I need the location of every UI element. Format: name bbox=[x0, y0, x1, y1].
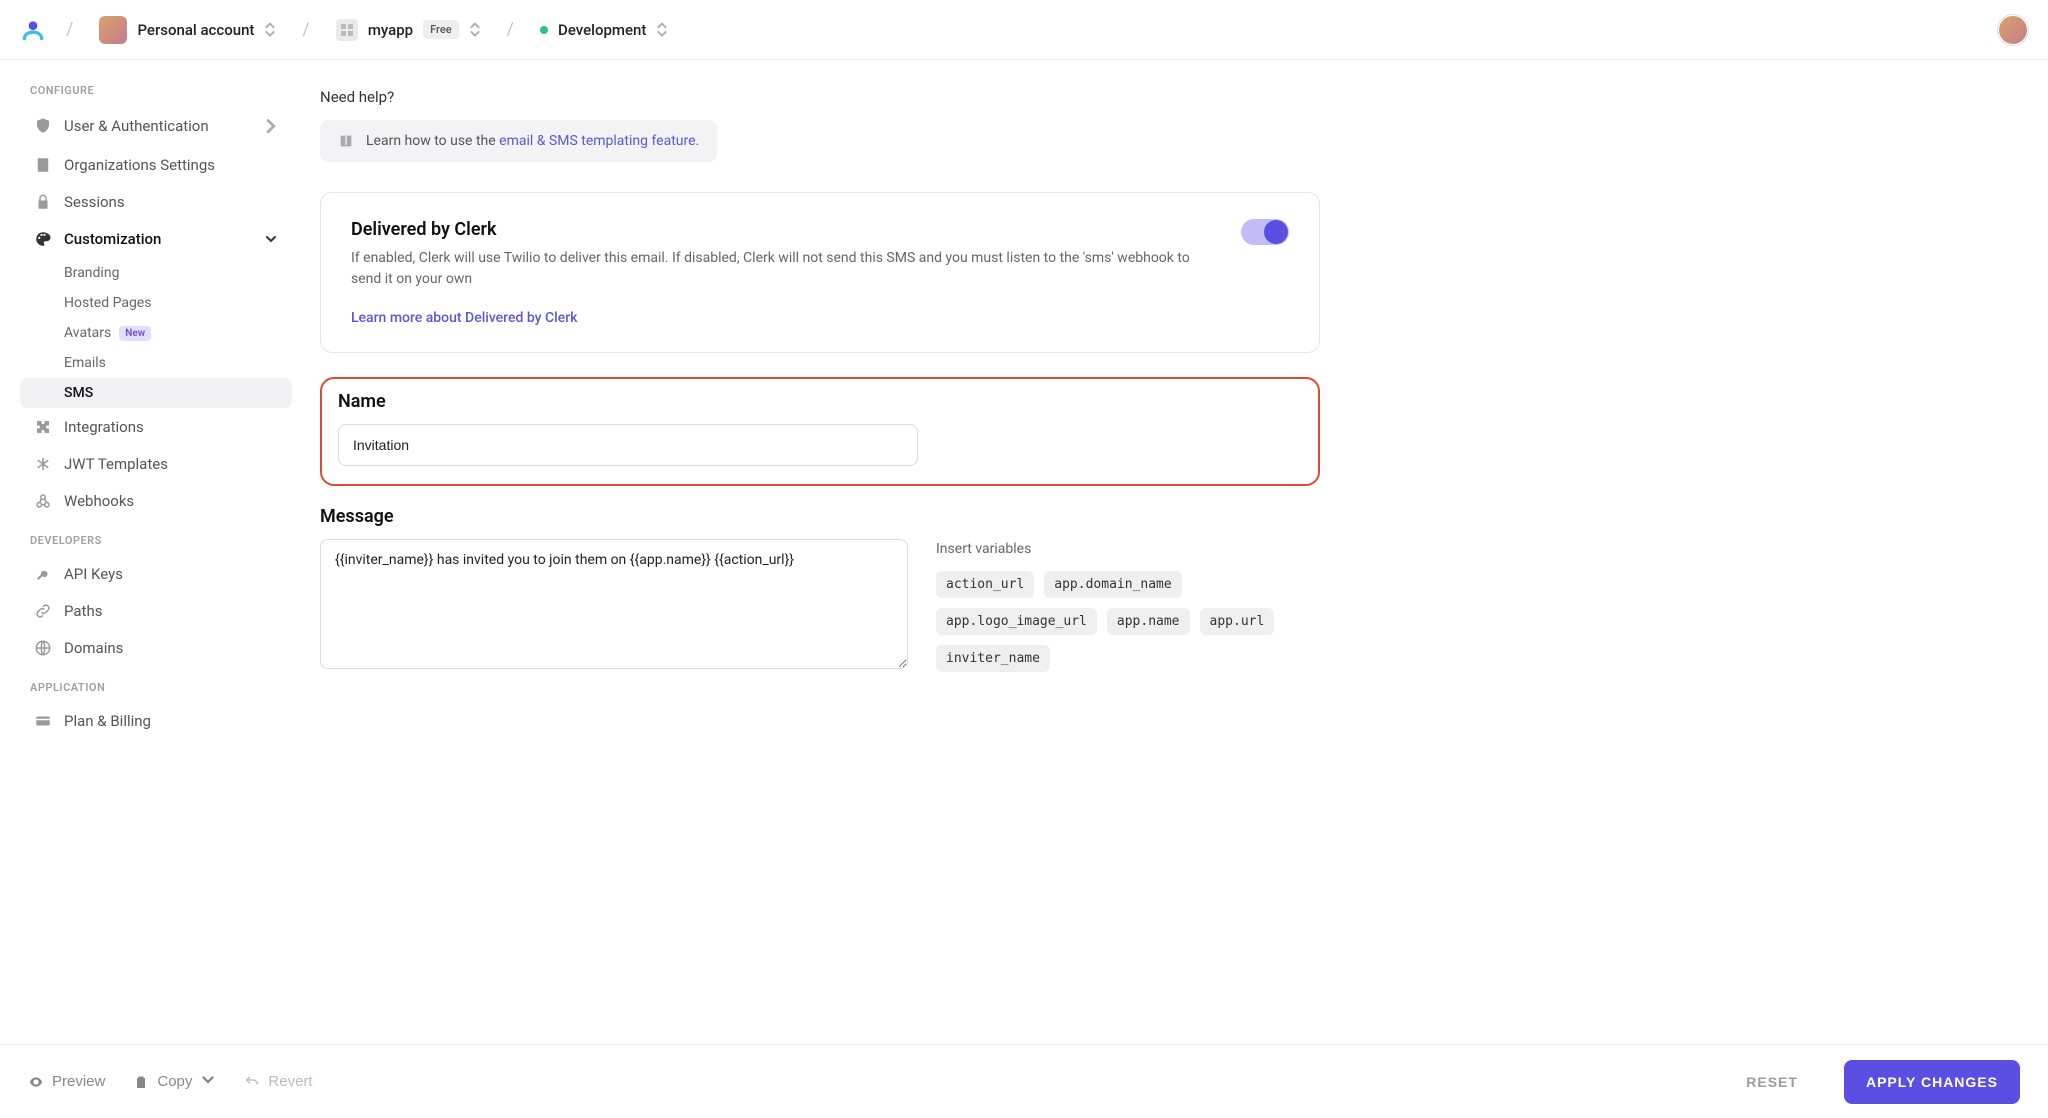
card-icon bbox=[34, 712, 52, 730]
topbar: / Personal account / myapp Free / Develo… bbox=[0, 0, 2048, 60]
copy-button[interactable]: Copy bbox=[133, 1073, 216, 1090]
vars-title: Insert variables bbox=[936, 541, 1320, 557]
breadcrumb-env[interactable]: Development bbox=[534, 16, 674, 43]
message-textarea[interactable] bbox=[320, 539, 908, 669]
card-learn-more-link[interactable]: Learn more about Delivered by Clerk bbox=[351, 310, 577, 326]
sidebar-sub-hosted[interactable]: Hosted Pages bbox=[20, 288, 292, 318]
book-icon bbox=[338, 133, 354, 149]
sidebar-sub-emails[interactable]: Emails bbox=[20, 348, 292, 378]
sidebar-header-configure: CONFIGURE bbox=[12, 70, 300, 105]
puzzle-icon bbox=[34, 418, 52, 436]
key-icon bbox=[34, 565, 52, 583]
reset-button[interactable]: RESET bbox=[1728, 1062, 1816, 1102]
lock-icon bbox=[34, 193, 52, 211]
name-field-wrap: Name bbox=[320, 377, 1320, 486]
message-label: Message bbox=[320, 506, 1320, 527]
link-icon bbox=[34, 602, 52, 620]
sidebar-item-paths[interactable]: Paths bbox=[20, 593, 292, 629]
sidebar-item-domains[interactable]: Domains bbox=[20, 630, 292, 666]
preview-button[interactable]: Preview bbox=[28, 1073, 105, 1090]
new-badge: New bbox=[119, 326, 151, 341]
help-link[interactable]: email & SMS templating feature bbox=[499, 133, 695, 149]
account-avatar bbox=[99, 16, 127, 44]
sidebar-item-integrations[interactable]: Integrations bbox=[20, 409, 292, 445]
eye-icon bbox=[28, 1074, 44, 1090]
undo-icon bbox=[244, 1074, 260, 1090]
updown-icon bbox=[469, 20, 481, 39]
sidebar-sub-sms[interactable]: SMS bbox=[20, 378, 292, 408]
app-icon bbox=[336, 19, 358, 41]
name-input[interactable] bbox=[338, 424, 918, 466]
sidebar-item-plan[interactable]: Plan & Billing bbox=[20, 703, 292, 739]
help-banner: Learn how to use the email & SMS templat… bbox=[320, 120, 717, 162]
sidebar-item-jwt[interactable]: JWT Templates bbox=[20, 446, 292, 482]
need-help-heading: Need help? bbox=[320, 88, 1320, 106]
breadcrumb-env-label: Development bbox=[558, 21, 646, 39]
toggle-knob bbox=[1264, 220, 1288, 244]
var-chip[interactable]: inviter_name bbox=[936, 645, 1050, 672]
clipboard-icon bbox=[133, 1074, 149, 1090]
breadcrumb-sep: / bbox=[503, 19, 518, 40]
card-title: Delivered by Clerk bbox=[351, 219, 1217, 240]
sidebar-item-api-keys[interactable]: API Keys bbox=[20, 556, 292, 592]
sidebar-item-sessions[interactable]: Sessions bbox=[20, 184, 292, 220]
message-field-wrap: Message Insert variables action_url app.… bbox=[320, 506, 1320, 673]
card-desc: If enabled, Clerk will use Twilio to del… bbox=[351, 248, 1217, 290]
var-chip[interactable]: action_url bbox=[936, 571, 1034, 598]
delivered-toggle[interactable] bbox=[1241, 219, 1289, 245]
app-logo bbox=[20, 17, 46, 43]
var-chip[interactable]: app.url bbox=[1200, 608, 1275, 635]
globe-icon bbox=[34, 639, 52, 657]
sidebar-item-user-auth[interactable]: User & Authentication bbox=[20, 106, 292, 146]
chevron-down-icon bbox=[264, 234, 278, 244]
var-chip[interactable]: app.name bbox=[1107, 608, 1190, 635]
main-content: Need help? Learn how to use the email & … bbox=[300, 60, 2048, 1044]
var-chip[interactable]: app.domain_name bbox=[1044, 571, 1181, 598]
breadcrumb-app[interactable]: myapp Free bbox=[330, 15, 487, 45]
asterisk-icon bbox=[34, 455, 52, 473]
updown-icon bbox=[656, 20, 668, 39]
var-chip[interactable]: app.logo_image_url bbox=[936, 608, 1097, 635]
chevron-down-icon bbox=[200, 1074, 216, 1090]
revert-button[interactable]: Revert bbox=[244, 1073, 312, 1090]
sidebar-sub-branding[interactable]: Branding bbox=[20, 258, 292, 288]
apply-button[interactable]: APPLY CHANGES bbox=[1844, 1060, 2020, 1104]
sidebar-item-webhooks[interactable]: Webhooks bbox=[20, 483, 292, 519]
help-text: Learn how to use the email & SMS templat… bbox=[366, 133, 699, 149]
delivered-card: Delivered by Clerk If enabled, Clerk wil… bbox=[320, 192, 1320, 353]
sidebar-sub-avatars[interactable]: Avatars New bbox=[20, 318, 292, 348]
sidebar-header-developers: DEVELOPERS bbox=[12, 520, 300, 555]
breadcrumb-app-label: myapp bbox=[368, 21, 413, 39]
chevron-right-icon bbox=[264, 115, 278, 137]
sidebar-header-application: APPLICATION bbox=[12, 667, 300, 702]
webhook-icon bbox=[34, 492, 52, 510]
plan-badge: Free bbox=[423, 20, 459, 39]
breadcrumb-sep: / bbox=[298, 19, 313, 40]
sidebar-item-orgs[interactable]: Organizations Settings bbox=[20, 147, 292, 183]
vars-list: action_url app.domain_name app.logo_imag… bbox=[936, 571, 1320, 672]
sidebar: CONFIGURE User & Authentication Organiza… bbox=[0, 60, 300, 1044]
shield-icon bbox=[34, 117, 52, 135]
breadcrumb-sep: / bbox=[62, 19, 77, 40]
name-label: Name bbox=[338, 391, 1302, 412]
sidebar-item-customization[interactable]: Customization bbox=[20, 221, 292, 257]
breadcrumb-account[interactable]: Personal account bbox=[93, 12, 282, 48]
updown-icon bbox=[264, 20, 276, 39]
palette-icon bbox=[34, 230, 52, 248]
env-status-dot bbox=[540, 26, 548, 34]
footer-bar: Preview Copy Revert RESET APPLY CHANGES bbox=[0, 1044, 2048, 1118]
user-avatar[interactable] bbox=[1998, 15, 2028, 45]
building-icon bbox=[34, 156, 52, 174]
breadcrumb-account-label: Personal account bbox=[137, 21, 254, 39]
